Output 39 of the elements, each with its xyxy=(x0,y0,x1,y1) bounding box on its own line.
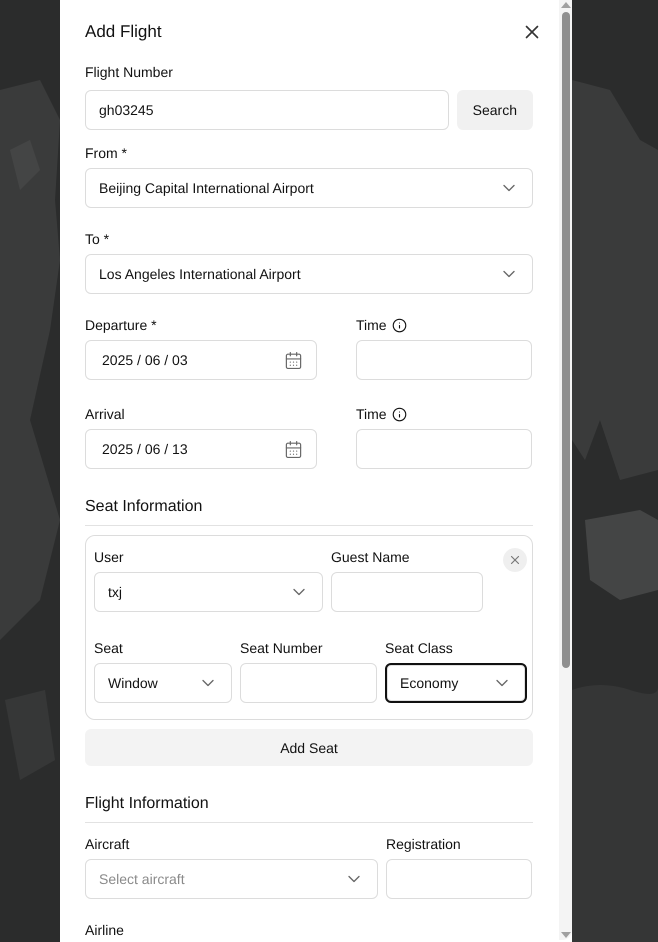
field-label: From * xyxy=(85,144,127,164)
flight-number-field[interactable]: gh03245 xyxy=(85,90,449,130)
info-icon xyxy=(392,318,407,333)
scrollbar[interactable] xyxy=(559,0,572,940)
field-label: To * xyxy=(85,230,110,250)
field-label: Guest Name xyxy=(331,548,410,568)
user-select[interactable]: txj xyxy=(94,572,323,612)
info-icon xyxy=(392,406,407,422)
seat-select[interactable]: Window xyxy=(94,663,232,704)
field-label: Seat Number xyxy=(240,639,322,658)
registration-field[interactable] xyxy=(386,859,532,899)
section-title: Flight Information xyxy=(85,795,533,823)
time-field[interactable] xyxy=(356,429,532,470)
airport-select[interactable]: Beijing Capital International Airport xyxy=(85,168,533,208)
search-button[interactable]: Search xyxy=(456,90,533,130)
field-label: Flight Number xyxy=(85,63,173,82)
seat-class-select[interactable]: Economy xyxy=(385,663,527,704)
calendar-icon xyxy=(284,350,303,370)
field-label: Registration xyxy=(386,835,461,854)
field-label: Airline xyxy=(85,921,124,940)
dialog-title: Add Flight xyxy=(85,22,162,42)
guest-name-field[interactable] xyxy=(331,572,483,612)
date-field[interactable]: 2025 / 06 / 03 xyxy=(85,340,317,380)
airport-select[interactable]: Los Angeles International Airport xyxy=(85,254,533,294)
calendar-icon xyxy=(284,440,303,459)
field-label: Seat Class xyxy=(385,639,453,658)
seat-number-field[interactable] xyxy=(240,663,377,704)
field-label: Arrival xyxy=(85,405,125,424)
add-seat-button[interactable]: Add Seat xyxy=(85,729,533,766)
date-field[interactable]: 2025 / 06 / 13 xyxy=(85,429,317,470)
field-label: Time xyxy=(356,316,387,336)
field-label: User xyxy=(94,548,124,568)
field-label: Time xyxy=(356,405,387,424)
field-label: Aircraft xyxy=(85,835,130,854)
time-field[interactable] xyxy=(356,340,532,380)
section-title: Seat Information xyxy=(85,498,533,526)
scrollbar-thumb[interactable] xyxy=(562,12,570,668)
field-label: Seat xyxy=(94,639,123,658)
field-label: Departure * xyxy=(85,316,157,336)
